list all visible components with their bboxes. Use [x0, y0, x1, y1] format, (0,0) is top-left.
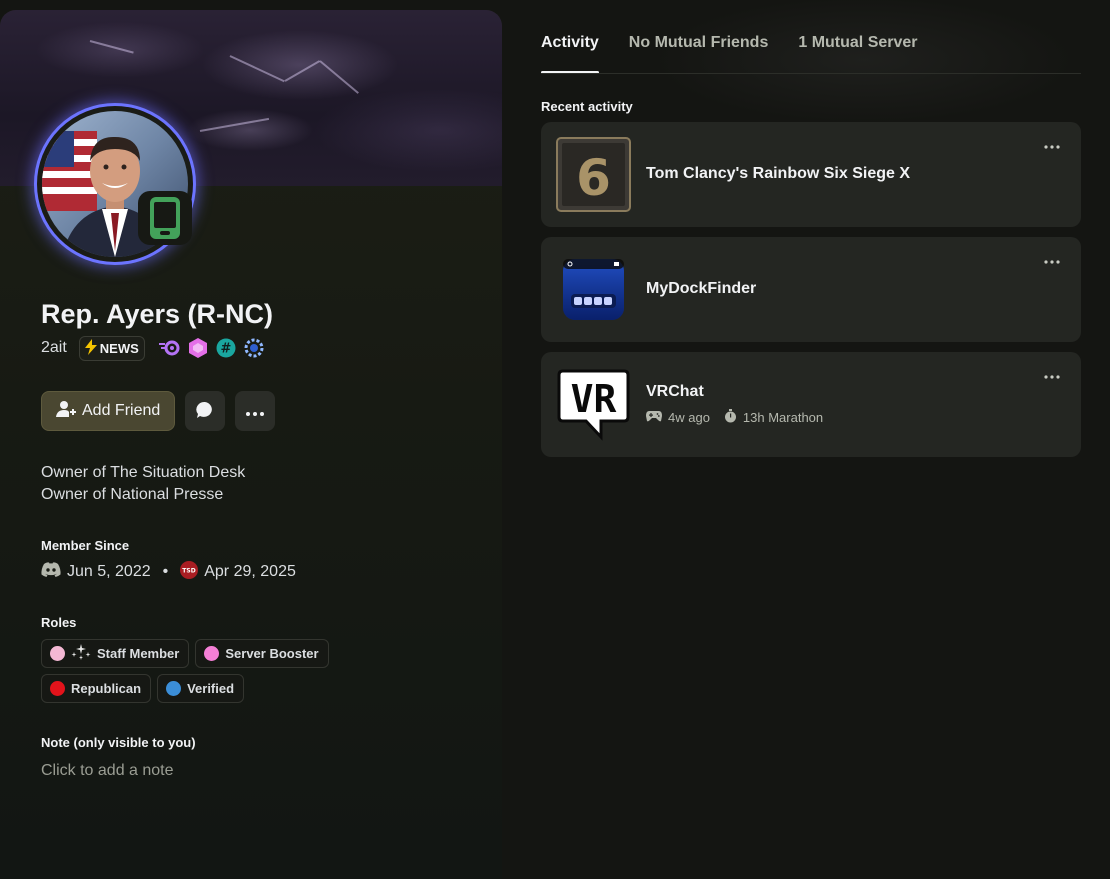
role-chip[interactable]: Verified — [157, 674, 245, 703]
discord-join-date: Jun 5, 2022 — [67, 563, 151, 580]
ellipsis-icon — [1044, 251, 1060, 269]
tab-mutual-servers[interactable]: 1 Mutual Server — [798, 34, 917, 74]
activity-card[interactable]: MyDockFinder — [541, 237, 1081, 342]
separator: • — [162, 563, 169, 580]
ellipsis-icon — [1044, 136, 1060, 154]
more-options-button[interactable] — [235, 391, 276, 431]
laurel-icon[interactable] — [243, 337, 265, 359]
role-color-dot — [50, 681, 65, 696]
vrchat-game-icon: VR — [556, 367, 631, 442]
recent-activity-heading: Recent activity — [541, 99, 633, 114]
role-name: Staff Member — [97, 646, 180, 661]
boost-hex-icon[interactable] — [187, 337, 209, 359]
stopwatch-icon — [724, 409, 737, 426]
tab-mutual-friends[interactable]: No Mutual Friends — [629, 34, 769, 74]
activity-more-button[interactable] — [1039, 250, 1065, 270]
activity-title: MyDockFinder — [646, 280, 757, 297]
add-friend-label: Add Friend — [82, 402, 161, 419]
mydockfinder-app-icon — [556, 252, 631, 327]
message-button[interactable] — [185, 391, 226, 431]
username-row: 2ait NEWS # — [41, 335, 265, 361]
hashtag-icon[interactable]: # — [215, 337, 237, 359]
note-input[interactable] — [41, 760, 341, 782]
role-color-dot — [166, 681, 182, 696]
mobile-status-icon — [138, 191, 192, 245]
nitro-icon[interactable] — [158, 337, 181, 359]
bio-line: Owner of The Situation Desk — [41, 464, 246, 481]
profile-actions: Add Friend — [41, 391, 276, 431]
chat-bubble-icon — [196, 401, 214, 422]
sparkle-icon — [71, 644, 91, 663]
svg-text:#: # — [220, 342, 231, 357]
ellipsis-icon — [1044, 366, 1060, 384]
display-name: Rep. Ayers (R-NC) — [41, 299, 274, 329]
server-icon-label: TSD — [183, 567, 196, 574]
server-join-date: Apr 29, 2025 — [204, 563, 296, 580]
role-color-dot — [204, 646, 220, 661]
bio-line: Owner of National Presse — [41, 486, 224, 503]
activity-card[interactable]: VR VRChat 4w ago 13h Marathon — [541, 352, 1081, 457]
activity-card[interactable]: 6 Tom Clancy's Rainbow Six Siege X — [541, 122, 1081, 227]
tab-divider — [541, 73, 1081, 74]
activity-panel: Activity No Mutual Friends 1 Mutual Serv… — [504, 0, 1110, 879]
thumb-glyph: VR — [571, 377, 617, 421]
gamepad-icon — [646, 410, 662, 425]
rainbow-six-game-icon: 6 — [556, 137, 631, 212]
server-icon: TSD — [180, 560, 199, 584]
username[interactable]: 2ait — [41, 339, 67, 357]
discord-logo-icon — [41, 562, 61, 582]
tab-activity[interactable]: Activity — [541, 34, 599, 74]
activity-more-button[interactable] — [1039, 365, 1065, 385]
role-color-dot — [50, 646, 65, 661]
activity-meta: 4w ago 13h Marathon — [646, 409, 823, 426]
activity-title: VRChat — [646, 383, 704, 400]
role-name: Verified — [187, 681, 235, 696]
roles-heading: Roles — [41, 615, 77, 630]
thumb-glyph: 6 — [576, 149, 611, 207]
activity-more-button[interactable] — [1039, 135, 1065, 155]
role-chip[interactable]: Server Booster — [195, 639, 329, 668]
ellipsis-icon — [246, 404, 265, 419]
bio: Owner of The Situation Desk Owner of Nat… — [41, 462, 245, 506]
role-name: Republican — [71, 681, 142, 696]
profile-tabs: Activity No Mutual Friends 1 Mutual Serv… — [541, 34, 918, 74]
add-user-icon — [56, 400, 76, 423]
lightning-icon — [84, 338, 97, 358]
marathon-duration: 13h Marathon — [742, 410, 824, 425]
profile-panel: Rep. Ayers (R-NC) 2ait NEWS # Add Friend… — [0, 10, 502, 879]
roles-list: Staff Member Server Booster Republican V… — [41, 639, 371, 703]
add-friend-button[interactable]: Add Friend — [41, 391, 176, 431]
activity-title: Tom Clancy's Rainbow Six Siege X — [646, 165, 911, 182]
note-heading: Note (only visible to you) — [41, 735, 196, 750]
role-chip[interactable]: Staff Member — [41, 639, 190, 668]
guild-tag[interactable]: NEWS — [78, 335, 145, 361]
member-since-heading: Member Since — [41, 538, 130, 553]
role-name: Server Booster — [225, 646, 319, 661]
member-since-row: Jun 5, 2022 • TSD Apr 29, 2025 — [41, 560, 296, 584]
guild-tag-label: NEWS — [99, 340, 139, 356]
last-played: 4w ago — [668, 410, 710, 425]
role-chip[interactable]: Republican — [41, 674, 152, 703]
